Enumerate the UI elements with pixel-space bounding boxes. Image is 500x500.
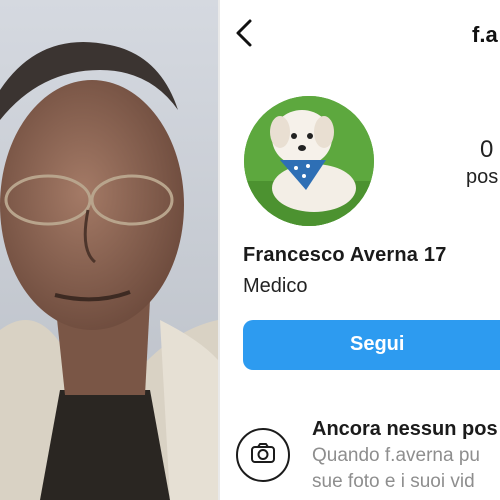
camera-icon	[250, 442, 276, 469]
instagram-profile: f.a 0 pos Francesco Averna 17 Medico Seg…	[220, 0, 500, 500]
portrait-photo	[0, 0, 218, 500]
profile-username: f.a	[472, 22, 498, 47]
posts-count: 0	[480, 136, 494, 163]
camera-icon-circle	[236, 428, 290, 482]
no-posts-description-line2: sue foto e i suoi vid	[312, 471, 475, 492]
profile-full-name: Francesco Averna 17	[243, 244, 447, 266]
back-button[interactable]	[230, 18, 258, 52]
no-posts-title: Ancora nessun pos	[312, 418, 498, 440]
follow-button-label: Segui	[350, 333, 405, 355]
posts-label: pos	[466, 166, 499, 188]
profile-bio: Medico	[243, 275, 308, 297]
avatar[interactable]	[244, 96, 374, 226]
follow-button[interactable]: Segui	[243, 320, 500, 370]
no-posts-description: Quando f.averna pu	[312, 445, 480, 466]
chevron-left-icon	[233, 18, 255, 53]
